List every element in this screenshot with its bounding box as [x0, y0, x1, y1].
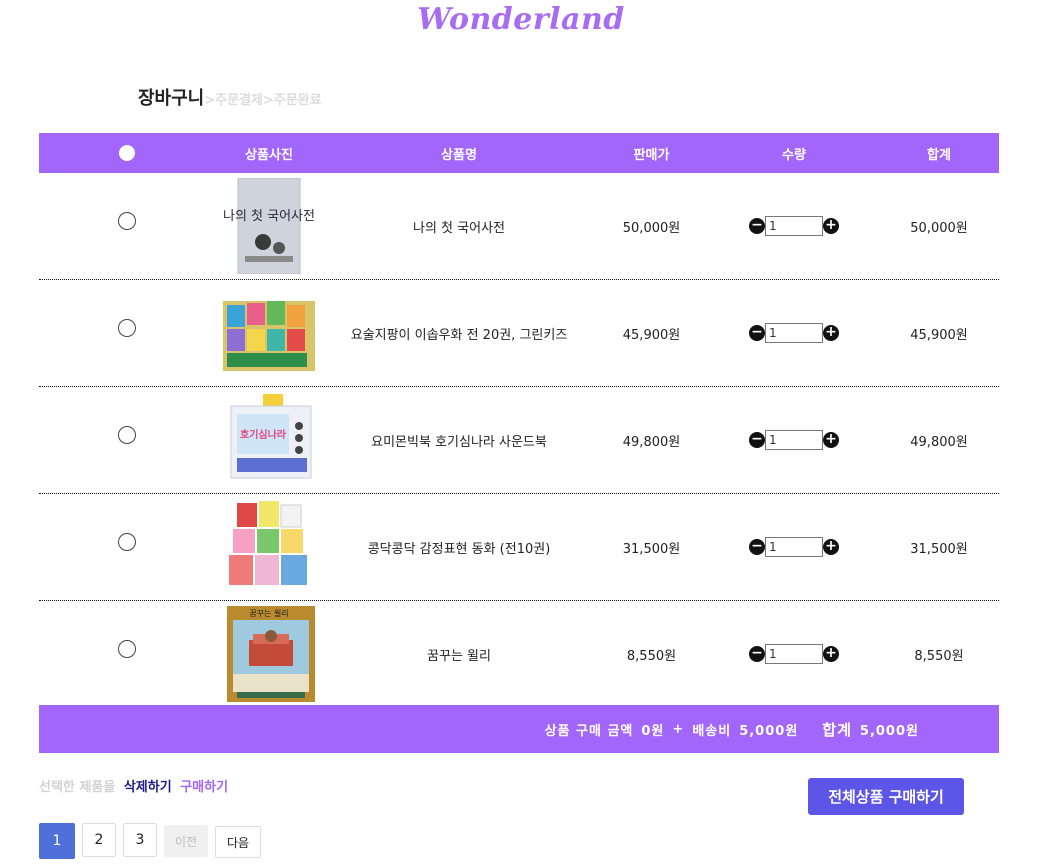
product-price: 8,550원 — [626, 648, 677, 664]
purchase-amount-label: 상품 구매 금액 — [544, 723, 634, 739]
product-name[interactable]: 나의 첫 국어사전 — [324, 217, 594, 236]
selected-actions: 선택한 제품을 삭제하기 구매하기 — [39, 776, 228, 795]
breadcrumb: 장바구니>주문결제>주문완료 — [138, 84, 322, 110]
qty-plus-button[interactable]: + — [823, 325, 839, 341]
product-image[interactable] — [223, 499, 315, 595]
site-logo[interactable]: Wonderland — [0, 2, 1042, 37]
product-price: 49,800원 — [622, 434, 681, 450]
prev-page-button[interactable]: 이전 — [164, 825, 208, 857]
qty-input[interactable]: 1 — [765, 216, 823, 236]
qty-plus-button[interactable]: + — [823, 539, 839, 555]
qty-minus-button[interactable]: − — [749, 646, 765, 662]
qty-minus-button[interactable]: − — [749, 432, 765, 448]
header-price: 판매가 — [633, 147, 670, 163]
qty-minus-button[interactable]: − — [749, 325, 765, 341]
header-image: 상품사진 — [245, 147, 293, 163]
total-value: 5,000원 — [859, 723, 919, 739]
product-price: 50,000원 — [622, 220, 681, 236]
purchase-amount-value: 0원 — [641, 723, 665, 739]
product-image[interactable]: 호기심나라 — [223, 392, 315, 488]
qty-input[interactable]: 1 — [765, 537, 823, 557]
buy-selected-link[interactable]: 구매하기 — [180, 780, 228, 795]
qty-minus-button[interactable]: − — [749, 539, 765, 555]
buy-all-button[interactable]: 전체상품 구매하기 — [808, 778, 964, 815]
breadcrumb-rest: >주문결제>주문완료 — [204, 93, 322, 108]
select-all-checkbox[interactable] — [118, 145, 135, 161]
svg-text:호기심나라: 호기심나라 — [240, 428, 287, 441]
selected-label: 선택한 제품을 — [39, 780, 116, 795]
table-row: 콩닥콩닥 감정표현 동화 (전10권) 31,500원 − 1 + 31,500… — [39, 494, 999, 601]
row-total: 31,500원 — [910, 541, 968, 557]
shipping-value: 5,000원 — [739, 723, 799, 739]
product-image[interactable]: 꿈꾸는 윌리 — [223, 606, 315, 702]
row-total: 45,900원 — [910, 327, 968, 343]
header-qty: 수량 — [782, 147, 806, 163]
pagination: 1 2 3 이전 다음 — [39, 823, 268, 859]
product-name[interactable]: 콩닥콩닥 감정표현 동화 (전10권) — [324, 538, 594, 557]
row-select-radio[interactable] — [117, 532, 136, 551]
row-total: 50,000원 — [910, 220, 968, 236]
row-total: 49,800원 — [910, 434, 968, 450]
product-price: 45,900원 — [622, 327, 681, 343]
delete-selected-link[interactable]: 삭제하기 — [124, 780, 172, 795]
product-price: 31,500원 — [622, 541, 681, 557]
order-summary-bar: 상품 구매 금액 0원 + 배송비 5,000원 합계 5,000원 — [39, 705, 999, 753]
qty-input[interactable]: 1 — [765, 644, 823, 664]
product-image[interactable] — [223, 285, 315, 381]
quantity-stepper: − 1 + — [709, 537, 879, 557]
page-2-button[interactable]: 2 — [82, 823, 116, 857]
row-total: 8,550원 — [914, 648, 964, 664]
table-row: 나의 첫 국어사전 나의 첫 국어사전 50,000원 − 1 + 50,000… — [39, 173, 999, 280]
quantity-stepper: − 1 + — [709, 430, 879, 450]
row-select-radio[interactable] — [117, 425, 136, 444]
product-name[interactable]: 요미몬빅북 호기심나라 사운드북 — [324, 431, 594, 450]
product-image[interactable]: 나의 첫 국어사전 — [223, 178, 315, 274]
product-name[interactable]: 요술지팡이 이솝우화 전 20권, 그린키즈 — [324, 324, 594, 343]
qty-plus-button[interactable]: + — [823, 432, 839, 448]
qty-plus-button[interactable]: + — [823, 218, 839, 234]
table-row: 요술지팡이 이솝우화 전 20권, 그린키즈 45,900원 − 1 + 45,… — [39, 280, 999, 387]
row-select-radio[interactable] — [117, 639, 136, 658]
header-name: 상품명 — [441, 147, 477, 163]
svg-text:꿈꾸는 윌리: 꿈꾸는 윌리 — [249, 608, 288, 618]
cart-table-header: 상품사진 상품명 판매가 수량 합계 — [39, 133, 999, 173]
breadcrumb-current: 장바구니 — [138, 88, 205, 109]
qty-input[interactable]: 1 — [765, 430, 823, 450]
next-page-button[interactable]: 다음 — [215, 826, 261, 858]
qty-minus-button[interactable]: − — [749, 218, 765, 234]
cart-table: 상품사진 상품명 판매가 수량 합계 나의 첫 국어사전 나의 첫 국어사전 5… — [39, 133, 999, 707]
qty-input[interactable]: 1 — [765, 323, 823, 343]
product-name[interactable]: 꿈꾸는 윌리 — [324, 645, 594, 664]
header-total: 합계 — [927, 147, 951, 163]
table-row: 호기심나라 요미몬빅북 호기심나라 사운드북 49,800원 − 1 + 49,… — [39, 387, 999, 494]
total-label: 합계 — [822, 720, 852, 739]
quantity-stepper: − 1 + — [709, 323, 879, 343]
quantity-stepper: − 1 + — [709, 216, 879, 236]
page-3-button[interactable]: 3 — [123, 823, 157, 857]
table-row: 꿈꾸는 윌리 꿈꾸는 윌리 8,550원 − 1 + 8,550원 — [39, 601, 999, 707]
qty-plus-button[interactable]: + — [823, 646, 839, 662]
row-select-radio[interactable] — [117, 318, 136, 337]
shipping-label: 배송비 — [692, 723, 732, 739]
page-1-button[interactable]: 1 — [39, 823, 75, 859]
row-select-radio[interactable] — [117, 211, 136, 230]
svg-text:나의 첫 국어사전: 나의 첫 국어사전 — [223, 209, 315, 224]
plus-sign: + — [672, 721, 685, 737]
select-all-cell — [39, 145, 214, 161]
quantity-stepper: − 1 + — [709, 644, 879, 664]
